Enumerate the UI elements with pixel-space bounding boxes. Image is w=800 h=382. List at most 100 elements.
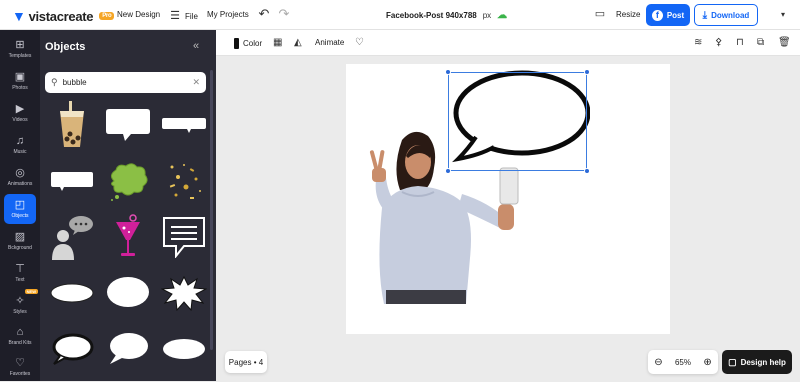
left-nav-rail: ⊞ Templates ▣ Photos ▶ Videos ♫ Music ◎ … <box>0 30 40 381</box>
chat-box-icon <box>162 216 205 258</box>
object-speech-bubble-flat[interactable] <box>45 154 98 207</box>
object-bubble-tea[interactable] <box>45 98 98 151</box>
round-bubble-icon <box>109 332 148 364</box>
object-oval-bubble[interactable] <box>45 266 98 319</box>
object-round-bubble[interactable] <box>101 266 154 319</box>
object-chat-box-outline[interactable] <box>157 210 210 263</box>
align-icon[interactable]: ⚴ <box>715 37 722 48</box>
duplicate-icon[interactable]: ⧉ <box>757 37 764 48</box>
color-button[interactable]: Color <box>234 38 262 49</box>
rail-item-favorites[interactable]: ♡ Favorites <box>4 352 36 382</box>
lock-icon[interactable]: ⊓ <box>736 37 744 48</box>
object-gold-confetti[interactable] <box>157 154 210 207</box>
transparency-icon[interactable]: ▦ <box>273 37 282 48</box>
object-speech-bubble-wide[interactable] <box>157 98 210 151</box>
comment-icon: ▭ <box>594 8 606 20</box>
rail-label: Bckground <box>8 245 32 251</box>
oval-bubble-icon <box>50 283 93 302</box>
undo-button[interactable]: ↶ <box>258 7 270 20</box>
resize-handle-bottom-right[interactable] <box>584 168 590 174</box>
trash-icon[interactable]: 🗑 <box>778 37 791 48</box>
rail-item-styles[interactable]: ✧ Styles NEW <box>4 289 38 320</box>
rail-item-text[interactable]: ⊤ Text <box>4 258 36 288</box>
color-swatch <box>234 38 239 49</box>
object-flat-oval-bubble[interactable] <box>157 322 210 375</box>
rail-item-animations[interactable]: ◎ Animations <box>4 162 36 192</box>
more-options-button[interactable]: ▾ <box>781 10 785 19</box>
favorite-heart-icon[interactable]: ♡ <box>355 37 364 48</box>
rail-item-background[interactable]: ▨ Bckground <box>4 226 36 256</box>
animation-icon: ◎ <box>15 167 25 179</box>
rail-item-templates[interactable]: ⊞ Templates <box>4 34 36 64</box>
clear-search-icon[interactable]: ✕ <box>192 77 200 88</box>
file-menu[interactable]: ☰ File <box>169 10 198 22</box>
resize-handle-bottom-left[interactable] <box>445 168 451 174</box>
comment-button[interactable]: ▭ <box>594 8 606 20</box>
resize-handle-top-right[interactable] <box>584 69 590 75</box>
object-speech-bubble-rounded[interactable] <box>101 98 154 151</box>
app-logo[interactable]: ▼ vistacreate Pro <box>12 8 115 24</box>
resize-handle-top-left[interactable] <box>445 69 451 75</box>
document-unit: px <box>482 11 492 20</box>
animate-label: Animate <box>315 38 345 47</box>
outline-bubble-icon <box>52 333 93 365</box>
object-burst-bubble[interactable] <box>157 266 210 319</box>
resize-button[interactable]: Resize <box>616 10 640 19</box>
object-results-grid <box>43 98 213 381</box>
download-button[interactable]: ⤓ Download <box>694 4 758 26</box>
object-thick-outline-bubble[interactable] <box>45 322 98 375</box>
round-bubble-icon <box>106 276 149 307</box>
object-search-field[interactable]: ⚲ bubble ✕ <box>45 72 206 93</box>
post-label: Post <box>666 10 685 20</box>
zoom-in-icon[interactable]: ⊕ <box>703 357 711 368</box>
layers-icon[interactable]: ≋ <box>694 37 702 48</box>
rail-item-videos[interactable]: ▶ Videos <box>4 98 36 128</box>
logo-text: vistacreate <box>28 8 94 24</box>
burst-bubble-icon <box>160 275 207 311</box>
rail-label: Brand Kits <box>8 340 32 346</box>
person-chat-icon <box>51 215 93 260</box>
file-label: File <box>185 11 198 21</box>
speech-bubble-icon <box>161 117 206 133</box>
post-button[interactable]: f Post <box>646 4 690 26</box>
new-design-button[interactable]: New Design <box>117 10 160 19</box>
oval-bubble-icon <box>162 338 205 359</box>
design-help-button[interactable]: ▢ Design help <box>722 350 792 374</box>
design-help-label: Design help <box>740 357 786 367</box>
panel-scrollbar[interactable] <box>210 70 213 350</box>
music-icon: ♫ <box>15 135 25 147</box>
search-input[interactable]: bubble <box>63 78 188 87</box>
objects-icon: ◰ <box>14 199 26 211</box>
download-icon: ⤓ <box>702 9 708 21</box>
object-person-thinking-bubble[interactable] <box>45 210 98 263</box>
object-magenta-cocktail[interactable] <box>101 210 154 263</box>
pages-button[interactable]: Pages • 4 <box>225 351 267 373</box>
collapse-panel-button[interactable]: « <box>193 40 199 52</box>
rail-label: Styles <box>13 309 27 315</box>
rail-item-music[interactable]: ♫ Music <box>4 130 36 160</box>
zoom-level[interactable]: 65% <box>675 358 691 367</box>
rail-item-brand-kits[interactable]: ⌂ Brand Kits <box>4 321 36 351</box>
document-name: Facebook-Post 940x788 <box>386 11 477 20</box>
top-bar: ▼ vistacreate Pro New Design ☰ File My P… <box>0 0 800 30</box>
styles-icon: ✧ <box>15 295 25 307</box>
facebook-icon: f <box>651 9 663 21</box>
rail-item-objects[interactable]: ◰ Objects <box>4 194 36 224</box>
zoom-out-icon[interactable]: ⊖ <box>654 357 662 368</box>
my-projects-link[interactable]: My Projects <box>207 10 249 19</box>
object-white-round-bubble[interactable] <box>101 322 154 375</box>
object-green-cloud-bubble[interactable] <box>101 154 154 207</box>
resize-label: Resize <box>616 10 641 19</box>
animate-button[interactable]: Animate <box>315 38 344 47</box>
rail-label: Templates <box>8 53 32 59</box>
flip-icon[interactable]: ◭ <box>294 37 302 48</box>
rail-label: Objects <box>11 213 29 219</box>
selection-box[interactable] <box>448 72 587 171</box>
rail-item-photos[interactable]: ▣ Photos <box>4 66 36 96</box>
logo-mark-icon: ▼ <box>12 8 26 24</box>
bubble-tea-icon <box>59 100 84 147</box>
video-icon: ▶ <box>15 103 25 115</box>
document-title[interactable]: Facebook-Post 940x788 px ☁ <box>386 10 507 21</box>
speech-bubble-icon <box>105 108 150 141</box>
redo-button[interactable]: ↷ <box>278 7 290 20</box>
